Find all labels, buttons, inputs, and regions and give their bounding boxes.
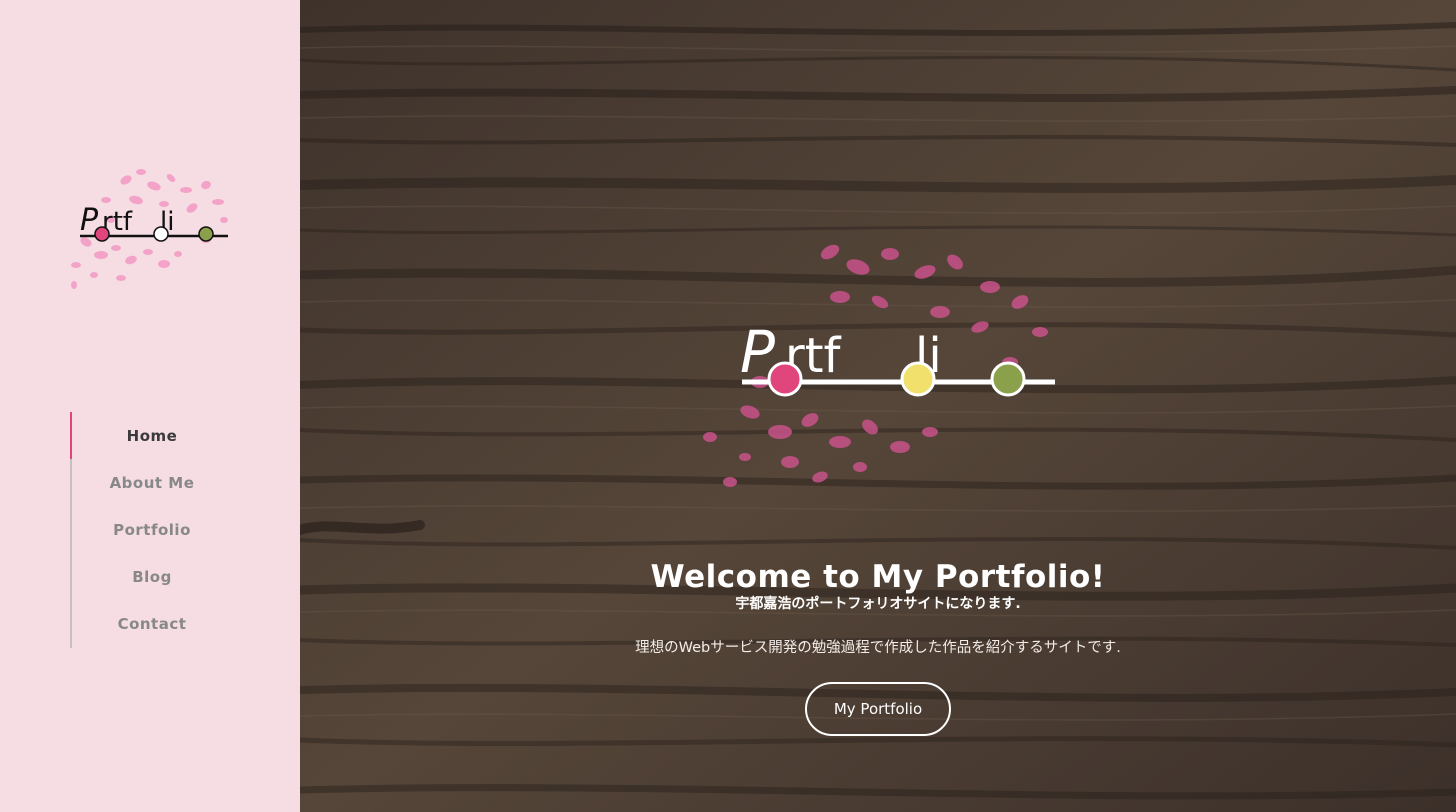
main-nav: Home About Me Portfolio Blog Contact <box>70 412 232 648</box>
hero-section: P rtf li Welcome to My Portfolio! 宇都嘉浩のポ… <box>300 0 1456 812</box>
hero-subtitle: 宇都嘉浩のポートフォリオサイトになります. <box>735 596 1021 612</box>
nav-item-contact[interactable]: Contact <box>72 600 232 647</box>
hero-logo: P rtf li <box>690 232 1070 502</box>
hero-description: 理想のWebサービス開発の勉強過程で作成した作品を紹介するサイトです. <box>635 640 1121 656</box>
nav-item-portfolio[interactable]: Portfolio <box>72 506 232 553</box>
sidebar: P rtf li Home About Me Portfolio Blog Co… <box>0 0 300 812</box>
portfolio-logo-icon: P rtf li <box>703 244 1055 487</box>
nav-item-home[interactable]: Home <box>70 412 232 459</box>
hero-title: Welcome to My Portfolio! <box>650 558 1106 595</box>
nav-item-blog[interactable]: Blog <box>72 553 232 600</box>
sidebar-logo[interactable]: P rtf li <box>66 160 236 295</box>
nav-item-about-me[interactable]: About Me <box>72 459 232 506</box>
page: P rtf li Home About Me Portfolio Blog Co… <box>0 0 1456 812</box>
my-portfolio-button[interactable]: My Portfolio <box>805 682 951 736</box>
portfolio-logo-icon: P rtf li <box>71 169 228 289</box>
